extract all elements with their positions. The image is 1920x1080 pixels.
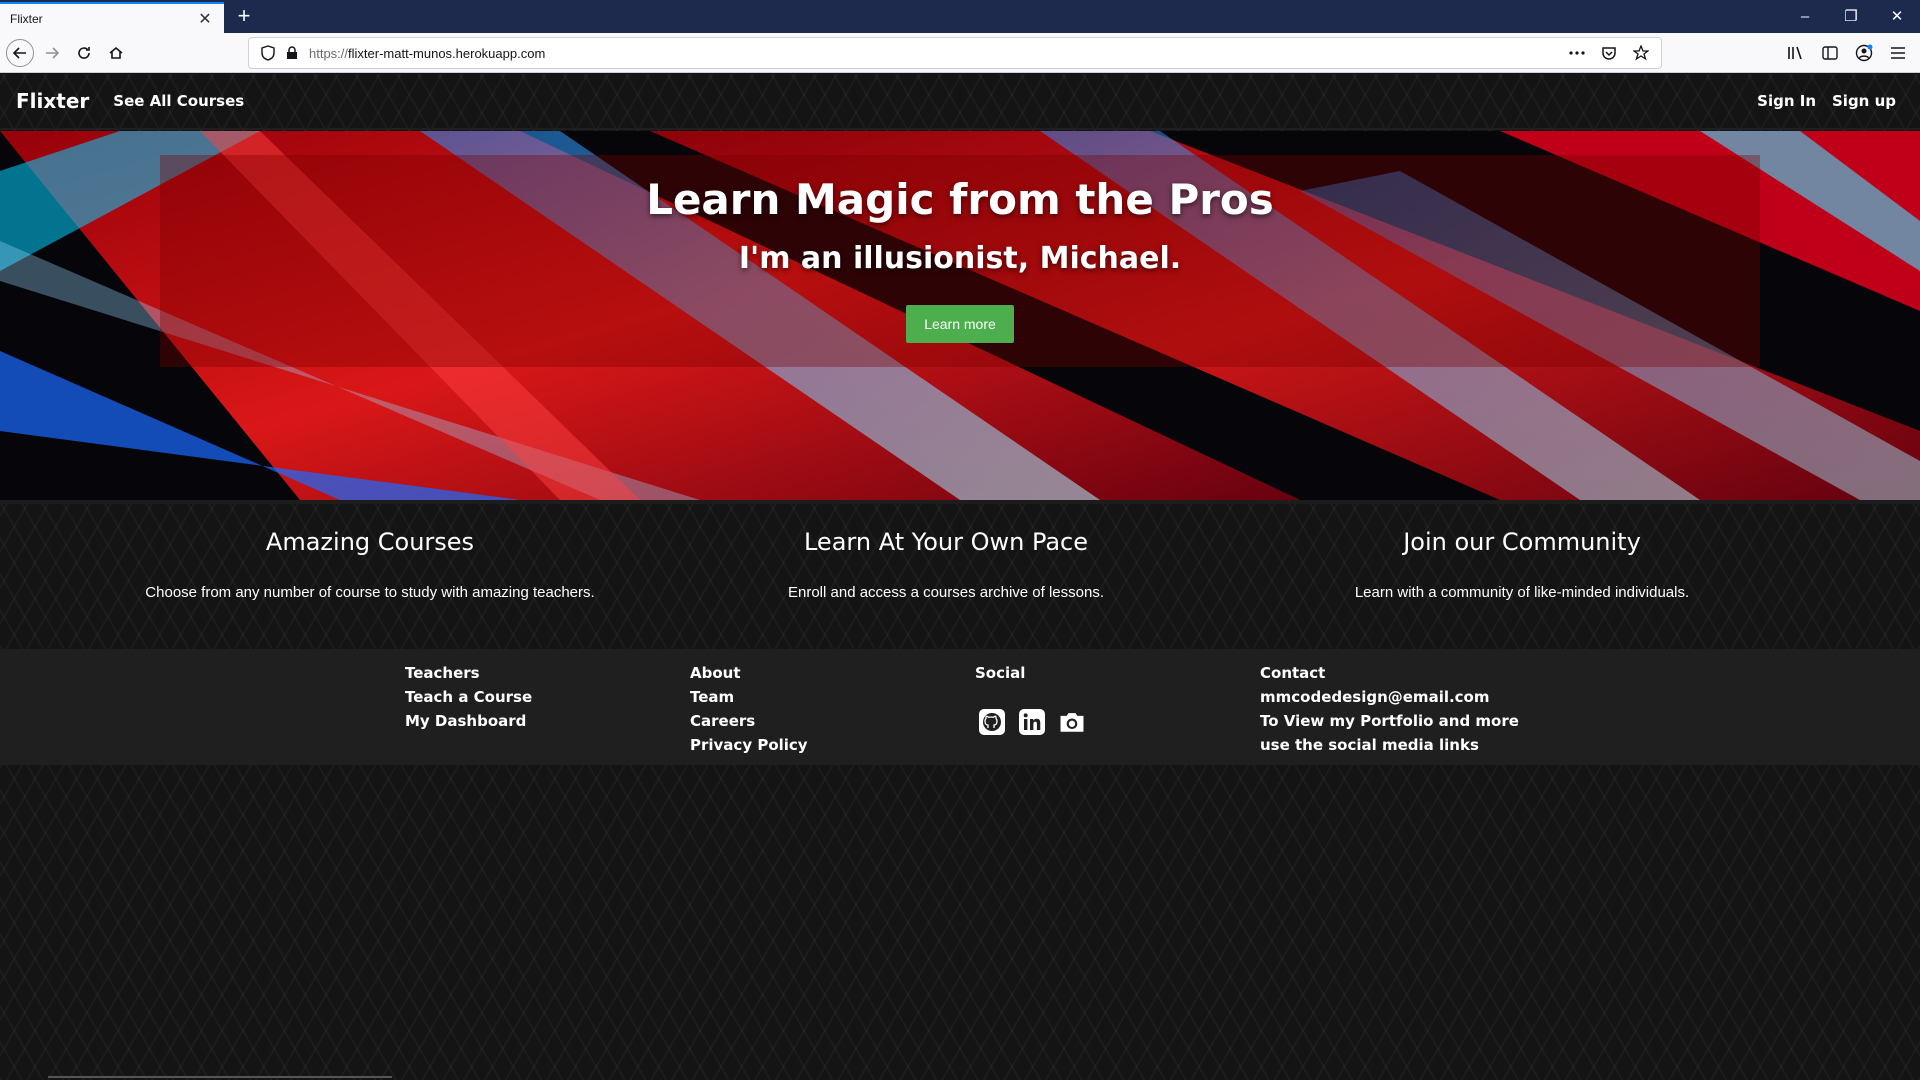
- horizontal-scroll-indicator: [48, 1076, 392, 1078]
- hero-subtitle: I'm an illusionist, Michael.: [738, 241, 1182, 276]
- menu-icon[interactable]: [1886, 39, 1910, 67]
- browser-tab[interactable]: Flixter ✕: [0, 2, 224, 33]
- portfolio-note: use the social media links: [1260, 736, 1479, 754]
- footer-heading-contact: Contact: [1260, 664, 1326, 682]
- pocket-icon[interactable]: [1597, 39, 1621, 67]
- home-icon: [109, 46, 123, 59]
- sign-up-link[interactable]: Sign up: [1832, 92, 1896, 110]
- back-button[interactable]: [6, 39, 34, 67]
- browser-toolbar: https://flixter-matt-munos.herokuapp.com: [0, 33, 1920, 73]
- hero-banner: Learn Magic from the Pros I'm an illusio…: [0, 131, 1920, 500]
- linkedin-icon[interactable]: [1017, 707, 1047, 737]
- team-link[interactable]: Team: [690, 685, 808, 709]
- back-arrow-icon: [12, 47, 26, 59]
- feature-title: Join our Community: [1403, 528, 1641, 556]
- feature-card: Join our Community Learn with a communit…: [1234, 504, 1810, 648]
- brand-logo[interactable]: Flixter: [16, 89, 89, 113]
- footer-contact-column: Contact mmcodedesign@email.com To View m…: [1260, 661, 1519, 757]
- footer-teachers-column: Teachers Teach a Course My Dashboard: [405, 661, 532, 733]
- footer-heading-about: About: [690, 664, 741, 682]
- tab-title: Flixter: [10, 11, 43, 26]
- sign-in-link[interactable]: Sign In: [1757, 92, 1816, 110]
- library-icon[interactable]: [1784, 39, 1808, 67]
- browser-tab-bar: Flixter ✕ + – ❐ ✕: [0, 0, 1920, 33]
- feature-card: Amazing Courses Choose from any number o…: [82, 504, 658, 648]
- site-navbar: Flixter See All Courses Sign In Sign up: [0, 74, 1920, 130]
- forward-button[interactable]: [38, 39, 66, 67]
- reload-button[interactable]: [70, 39, 98, 67]
- page: Flixter See All Courses Sign In Sign up: [0, 74, 1920, 1080]
- reload-icon: [78, 47, 90, 59]
- careers-link[interactable]: Careers: [690, 709, 808, 733]
- minimize-button[interactable]: –: [1782, 0, 1828, 33]
- features-section: Amazing Courses Choose from any number o…: [0, 500, 1920, 648]
- portfolio-note: To View my Portfolio and more: [1260, 712, 1519, 730]
- learn-more-button[interactable]: Learn more: [906, 305, 1014, 343]
- bookmark-star-icon[interactable]: [1629, 39, 1653, 67]
- privacy-policy-link[interactable]: Privacy Policy: [690, 733, 808, 757]
- lock-icon[interactable]: [281, 46, 303, 60]
- url-text[interactable]: https://flixter-matt-munos.herokuapp.com: [309, 46, 1565, 61]
- feature-text: Learn with a community of like-minded in…: [1354, 584, 1690, 601]
- tracking-shield-icon[interactable]: [255, 45, 281, 61]
- social-icons: [977, 707, 1087, 737]
- address-bar[interactable]: https://flixter-matt-munos.herokuapp.com: [248, 37, 1662, 69]
- site-footer: Teachers Teach a Course My Dashboard Abo…: [0, 649, 1920, 765]
- sidebar-icon[interactable]: [1818, 39, 1842, 67]
- instagram-icon[interactable]: [1057, 707, 1087, 737]
- page-actions-icon[interactable]: [1565, 39, 1589, 67]
- footer-social-column: Social: [975, 661, 1025, 685]
- home-button[interactable]: [102, 39, 130, 67]
- feature-title: Learn At Your Own Pace: [803, 528, 1089, 556]
- feature-title: Amazing Courses: [265, 528, 475, 556]
- footer-heading-social: Social: [975, 664, 1026, 682]
- account-icon[interactable]: [1852, 39, 1876, 67]
- feature-text: Choose from any number of course to stud…: [145, 584, 595, 601]
- restore-button[interactable]: ❐: [1828, 0, 1874, 33]
- see-all-courses-link[interactable]: See All Courses: [113, 92, 244, 110]
- feature-text: Enroll and access a courses archive of l…: [788, 584, 1104, 601]
- footer-heading-teachers: Teachers: [405, 664, 480, 682]
- github-icon[interactable]: [977, 707, 1007, 737]
- feature-card: Learn At Your Own Pace Enroll and access…: [658, 504, 1234, 648]
- tab-close-icon[interactable]: ✕: [196, 9, 214, 29]
- contact-email-link[interactable]: mmcodedesign@email.com: [1260, 685, 1519, 709]
- new-tab-button[interactable]: +: [230, 3, 258, 31]
- hero-title: Learn Magic from the Pros: [646, 175, 1274, 224]
- my-dashboard-link[interactable]: My Dashboard: [405, 709, 532, 733]
- forward-arrow-icon: [46, 47, 60, 59]
- footer-about-column: About Team Careers Privacy Policy: [690, 661, 808, 757]
- teach-a-course-link[interactable]: Teach a Course: [405, 685, 532, 709]
- close-window-button[interactable]: ✕: [1874, 0, 1920, 33]
